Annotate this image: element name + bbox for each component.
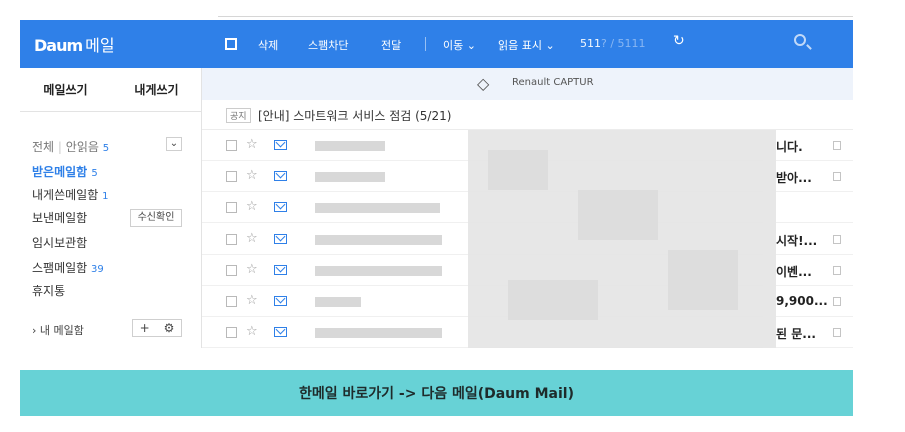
mail-count: 511? / 5111 bbox=[580, 37, 646, 50]
row-checkbox[interactable] bbox=[226, 234, 237, 245]
row-checkbox[interactable] bbox=[226, 171, 237, 182]
envelope-icon[interactable] bbox=[274, 265, 287, 275]
preview-icon[interactable] bbox=[833, 328, 841, 337]
folder-drafts[interactable]: 임시보관함 bbox=[32, 234, 87, 251]
sender-redacted bbox=[315, 266, 442, 276]
subject-tail: 이벤... bbox=[776, 265, 812, 279]
top-divider bbox=[218, 16, 853, 17]
folder-to-me[interactable]: 내게쓴메일함 1 bbox=[32, 186, 108, 203]
unread-count: 5 bbox=[102, 143, 110, 154]
notice-tag: 공지 bbox=[226, 108, 251, 123]
write-mail-button[interactable]: 메일쓰기 bbox=[20, 68, 111, 112]
row-checkbox[interactable] bbox=[226, 296, 237, 307]
daum-mail-link-banner[interactable]: 한메일 바로가기 -> 다음 메일(Daum Mail) bbox=[20, 370, 853, 416]
envelope-icon[interactable] bbox=[274, 140, 287, 150]
spam-block-button[interactable]: 스팸차단 bbox=[308, 37, 348, 53]
filter-all[interactable]: 전체 bbox=[32, 140, 54, 154]
envelope-icon[interactable] bbox=[274, 296, 287, 306]
envelope-icon[interactable] bbox=[274, 202, 287, 212]
folder-spam[interactable]: 스팸메일함 39 bbox=[32, 259, 104, 276]
search-icon[interactable] bbox=[794, 34, 806, 46]
my-folders-toggle[interactable]: › 내 메일함 bbox=[32, 322, 84, 338]
star-icon[interactable]: ☆ bbox=[246, 168, 258, 183]
chevron-down-icon[interactable]: ⌄ bbox=[166, 137, 182, 151]
notice-text: [안내] 스마트워크 서비스 점검 (5/21) bbox=[258, 109, 452, 123]
subject-tail: 시작!... bbox=[776, 234, 818, 248]
star-icon[interactable]: ☆ bbox=[246, 137, 258, 152]
select-all-checkbox[interactable] bbox=[225, 38, 237, 50]
sender-redacted bbox=[315, 172, 385, 182]
folder-trash[interactable]: 휴지통 bbox=[32, 282, 65, 299]
envelope-icon[interactable] bbox=[274, 171, 287, 181]
folder-inbox[interactable]: 받은메일함 5 bbox=[32, 163, 98, 180]
star-icon[interactable]: ☆ bbox=[246, 324, 258, 339]
add-folder-icon[interactable]: + bbox=[140, 321, 150, 335]
preview-icon[interactable] bbox=[833, 172, 841, 181]
filter-row: 전체 | 안읽음 5 bbox=[32, 140, 110, 154]
star-icon[interactable]: ☆ bbox=[246, 199, 258, 214]
daum-logo[interactable]: Daum 메일 bbox=[34, 32, 115, 56]
sender-redacted bbox=[315, 328, 442, 338]
subject-tail: 니다. bbox=[776, 140, 803, 154]
toolbar-divider bbox=[425, 37, 426, 51]
preview-icon[interactable] bbox=[833, 266, 841, 275]
receipt-check-button[interactable]: 수신확인 bbox=[130, 209, 182, 227]
refresh-icon[interactable]: ↻ bbox=[673, 33, 685, 49]
renault-logo-icon: ◇ bbox=[477, 74, 490, 93]
notice-row[interactable]: 공지 [안내] 스마트워크 서비스 점검 (5/21) bbox=[202, 100, 853, 130]
row-checkbox[interactable] bbox=[226, 140, 237, 151]
gear-icon[interactable]: ⚙ bbox=[164, 321, 175, 335]
preview-icon[interactable] bbox=[833, 297, 841, 306]
row-checkbox[interactable] bbox=[226, 265, 237, 276]
preview-icon[interactable] bbox=[833, 141, 841, 150]
ad-text: Renault CAPTUR bbox=[512, 77, 594, 88]
forward-button[interactable]: 전달 bbox=[381, 37, 401, 53]
subject-tail: 9,900... bbox=[776, 294, 828, 308]
sender-redacted bbox=[315, 203, 440, 213]
delete-button[interactable]: 삭제 bbox=[258, 37, 278, 53]
row-checkbox[interactable] bbox=[226, 327, 237, 338]
folder-sent[interactable]: 보낸메일함 bbox=[32, 209, 87, 226]
sender-redacted bbox=[315, 141, 385, 151]
subject-tail: 받아... bbox=[776, 171, 812, 185]
write-to-me-button[interactable]: 내게쓰기 bbox=[111, 68, 202, 112]
star-icon[interactable]: ☆ bbox=[246, 231, 258, 246]
ad-banner[interactable]: ◇ Renault CAPTUR bbox=[202, 68, 853, 100]
sender-redacted bbox=[315, 235, 442, 245]
redacted-subjects bbox=[468, 130, 776, 348]
envelope-icon[interactable] bbox=[274, 234, 287, 244]
read-mark-dropdown[interactable]: 읽음 표시 ⌄ bbox=[498, 37, 555, 53]
sender-redacted bbox=[315, 297, 361, 307]
star-icon[interactable]: ☆ bbox=[246, 293, 258, 308]
sidebar: 메일쓰기 내게쓰기 전체 | 안읽음 5 ⌄ 받은메일함 5 내게쓴메일함 1 … bbox=[20, 68, 202, 348]
star-icon[interactable]: ☆ bbox=[246, 262, 258, 277]
preview-icon[interactable] bbox=[833, 235, 841, 244]
folder-actions: + ⚙ bbox=[132, 319, 182, 337]
move-dropdown[interactable]: 이동 ⌄ bbox=[443, 37, 476, 53]
mail-header: Daum 메일 삭제 스팸차단 전달 이동 ⌄ 읽음 표시 ⌄ 511? / 51… bbox=[20, 20, 853, 68]
row-checkbox[interactable] bbox=[226, 202, 237, 213]
envelope-icon[interactable] bbox=[274, 327, 287, 337]
filter-unread[interactable]: 안읽음 bbox=[66, 140, 99, 154]
subject-tail: 된 문... bbox=[776, 327, 816, 341]
